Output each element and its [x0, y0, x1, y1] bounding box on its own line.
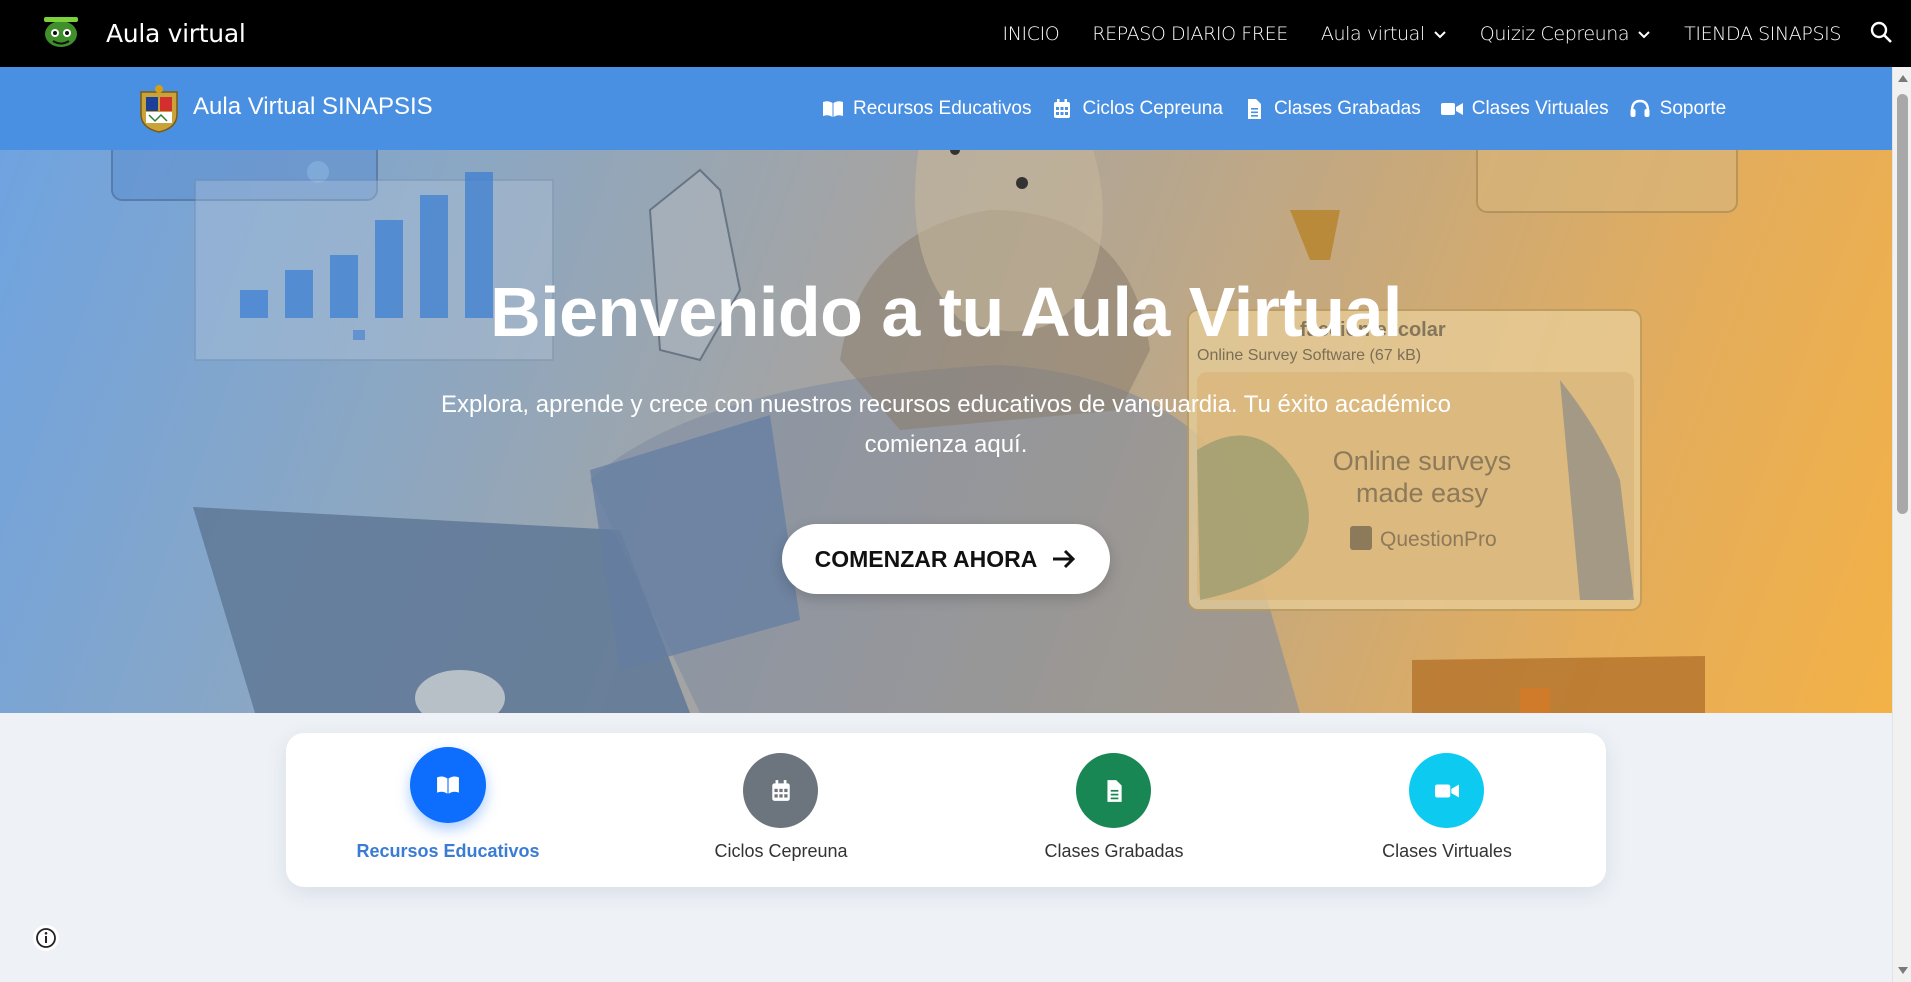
chevron-down-icon: [1434, 30, 1446, 38]
topnav-aula-label: Aula virtual: [1320, 22, 1425, 45]
feature-virtuales-label: Clases Virtuales: [1382, 841, 1512, 861]
feature-grabadas-circle: [1076, 753, 1151, 828]
scroll-down-arrow[interactable]: [1898, 967, 1908, 974]
feature-ciclos-circle: [743, 753, 818, 828]
secondary-nav: Aula Virtual SINAPSIS Recursos Educativo…: [0, 67, 1892, 150]
scrollbar-thumb[interactable]: [1897, 94, 1908, 514]
nav-clases-grabadas[interactable]: Clases Grabadas: [1243, 98, 1421, 120]
headset-icon: [1630, 99, 1650, 117]
feature-grabadas-label: Clases Grabadas: [1044, 841, 1184, 861]
video-icon: [1440, 102, 1463, 115]
nav-ciclos-cepreuna[interactable]: Ciclos Cepreuna: [1051, 97, 1223, 120]
page-scrollbar[interactable]: [1892, 67, 1911, 982]
features-card: Recursos Educativos Ciclos Cepreuna Clas…: [286, 733, 1606, 887]
topnav-inicio[interactable]: INICIO: [1003, 23, 1060, 45]
topnav-quiziz-label: Quiziz Cepreuna: [1479, 22, 1630, 45]
secondary-nav-links: Recursos Educativos Ciclos Cepreuna Clas…: [822, 67, 1726, 150]
topnav-repaso-label: REPASO DIARIO FREE: [1092, 22, 1288, 45]
topnav-quiziz[interactable]: Quiziz Cepreuna: [1480, 23, 1651, 45]
survey-tagline-2: made easy: [1356, 478, 1489, 508]
site-logo[interactable]: [40, 14, 82, 50]
topnav-tienda-label: TIENDA SINAPSIS: [1684, 22, 1841, 45]
hero-subtitle: Explora, aprende y crece con nuestros re…: [441, 391, 1451, 458]
info-icon: [36, 928, 56, 948]
calendar-icon: [771, 779, 790, 801]
survey-brand: QuestionPro: [1380, 528, 1497, 551]
feature-recursos-label: Recursos Educativos: [356, 841, 540, 861]
file-icon: [1106, 779, 1122, 802]
top-nav: INICIO REPASO DIARIO FREE Aula virtual Q…: [1003, 0, 1842, 67]
hero-title: Bienvenido a tu Aula Virtual: [490, 273, 1402, 351]
arrow-right-icon: [1053, 549, 1076, 569]
info-button[interactable]: [33, 925, 59, 951]
top-header: Aula virtual INICIO REPASO DIARIO FREE A…: [0, 0, 1911, 67]
topnav-tienda[interactable]: TIENDA SINAPSIS: [1684, 23, 1841, 45]
feature-recursos-circle: [410, 747, 486, 823]
site-title[interactable]: Aula virtual: [106, 19, 246, 48]
nav-ciclos-label: Ciclos Cepreuna: [1082, 97, 1223, 119]
book-open-icon: [823, 100, 843, 117]
topnav-aula-virtual[interactable]: Aula virtual: [1321, 23, 1447, 45]
scroll-up-arrow[interactable]: [1898, 75, 1908, 82]
feature-ciclos-label: Ciclos Cepreuna: [714, 841, 848, 861]
topnav-inicio-label: INICIO: [1002, 22, 1060, 45]
book-open-icon: [437, 776, 459, 794]
nav-clases-grabadas-label: Clases Grabadas: [1273, 97, 1421, 119]
nav-recursos-label: Recursos Educativos: [853, 97, 1032, 119]
feature-clases-virtuales[interactable]: Clases Virtuales: [1322, 733, 1572, 887]
search-icon[interactable]: [1869, 20, 1893, 44]
feature-recursos-educativos[interactable]: Recursos Educativos: [323, 733, 573, 887]
video-icon: [1434, 783, 1459, 798]
hero-banner: faccion escolar Online Survey Software (…: [0, 150, 1892, 713]
nav-clases-virtuales-label: Clases Virtuales: [1471, 97, 1609, 119]
nav-soporte[interactable]: Soporte: [1629, 97, 1727, 120]
feature-virtuales-circle: [1409, 753, 1484, 828]
feature-ciclos-cepreuna[interactable]: Ciclos Cepreuna: [656, 733, 906, 887]
nav-soporte-label: Soporte: [1659, 97, 1727, 119]
brand-name[interactable]: Aula Virtual SINAPSIS: [193, 93, 433, 121]
topnav-repaso-diario[interactable]: REPASO DIARIO FREE: [1092, 22, 1288, 45]
nav-recursos-educativos[interactable]: Recursos Educativos: [822, 98, 1031, 120]
crest-logo[interactable]: [137, 84, 181, 134]
chevron-down-icon: [1638, 30, 1650, 38]
file-icon: [1247, 98, 1261, 119]
feature-clases-grabadas[interactable]: Clases Grabadas: [989, 733, 1239, 887]
calendar-icon: [1054, 98, 1071, 118]
start-now-button[interactable]: COMENZAR AHORA: [782, 524, 1110, 594]
nav-clases-virtuales[interactable]: Clases Virtuales: [1440, 97, 1609, 120]
page: Aula virtual INICIO REPASO DIARIO FREE A…: [0, 0, 1911, 982]
start-now-label: COMENZAR AHORA: [814, 545, 1038, 572]
